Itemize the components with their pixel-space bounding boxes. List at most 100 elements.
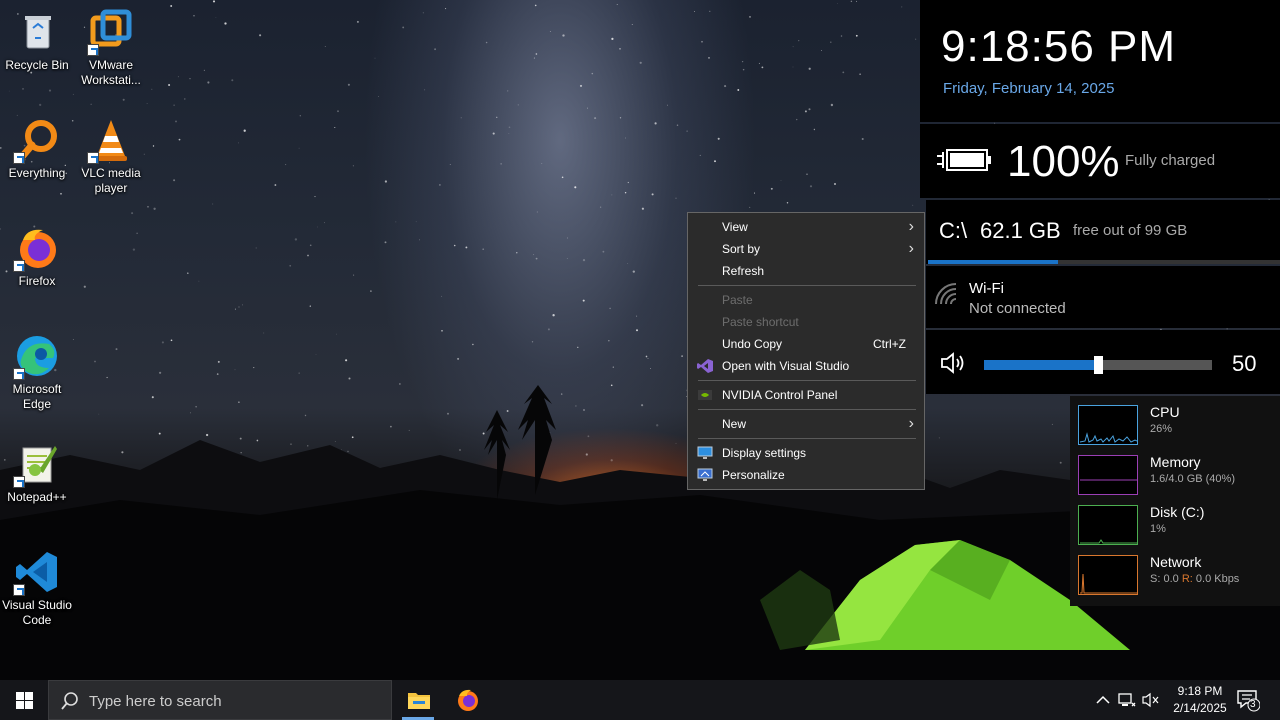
tray-clock-date[interactable]: 2/14/2025 — [1166, 701, 1234, 715]
desktop-icon-label: Firefox — [18, 274, 56, 288]
network-send-label: S: — [1150, 573, 1161, 585]
chevron-right-icon: › — [908, 415, 914, 432]
desktop-icon-vscode[interactable]: Visual Studio Code — [0, 544, 74, 628]
memory-graph — [1078, 455, 1138, 495]
menu-item-new[interactable]: New › — [688, 413, 924, 435]
menu-item-nvidia-control-panel[interactable]: NVIDIA Control Panel — [688, 384, 924, 406]
nvidia-icon — [698, 390, 712, 400]
shortcut-arrow-icon — [13, 152, 25, 164]
menu-separator — [698, 380, 916, 381]
desktop-icon-recycle-bin[interactable]: Recycle Bin — [0, 4, 74, 73]
menu-item-paste-shortcut[interactable]: Paste shortcut — [688, 311, 924, 333]
speaker-icon[interactable] — [940, 352, 968, 374]
menu-item-undo-copy[interactable]: Undo Copy Ctrl+Z — [688, 333, 924, 355]
taskbar: Type here to search 9:18 PM 2/14/2025 3 — [0, 680, 1280, 720]
desktop-icon-edge[interactable]: Microsoft Edge — [0, 328, 74, 412]
menu-item-label: Refresh — [722, 264, 765, 278]
volume-slider-thumb[interactable] — [1094, 356, 1103, 374]
taskbar-app-file-explorer[interactable] — [394, 680, 442, 720]
clock-time: 9:18:56 PM — [941, 22, 1177, 71]
start-button[interactable] — [0, 680, 48, 720]
battery-percent: 100% — [1007, 137, 1120, 186]
network-send-value: 0.0 — [1163, 573, 1179, 585]
memory-value: 1.6/4.0 GB (40%) — [1150, 473, 1235, 485]
shortcut-arrow-icon — [13, 368, 25, 380]
disk-graph — [1078, 505, 1138, 545]
desktop-context-menu: View › Sort by › Refresh Paste Paste sho… — [687, 212, 925, 490]
clock-widget[interactable]: 9:18:56 PM Friday, February 14, 2025 — [920, 0, 1280, 122]
desktop-icon-label: VMware Workstati... — [81, 58, 141, 87]
action-center-button[interactable]: 3 — [1236, 688, 1261, 712]
menu-item-display-settings[interactable]: Display settings — [688, 442, 924, 464]
chevron-right-icon: › — [908, 240, 914, 257]
wifi-widget[interactable]: Wi-Fi Not connected — [926, 266, 1280, 328]
taskbar-app-firefox[interactable] — [444, 680, 492, 720]
menu-item-view[interactable]: View › — [688, 216, 924, 238]
desktop-icon-label: VLC media player — [81, 166, 141, 195]
wifi-icon — [935, 283, 957, 305]
wifi-status: Not connected — [969, 300, 1066, 317]
recycle-bin-icon — [13, 8, 61, 56]
menu-item-personalize[interactable]: Personalize — [688, 464, 924, 486]
battery-status: Fully charged — [1125, 152, 1216, 169]
personalize-icon — [697, 468, 713, 481]
menu-item-label: Display settings — [722, 446, 807, 460]
taskbar-search-box[interactable]: Type here to search — [48, 680, 392, 720]
menu-item-label: New — [722, 417, 747, 431]
firefox-icon — [458, 689, 478, 711]
menu-separator — [698, 409, 916, 410]
menu-item-label: Paste — [722, 293, 753, 307]
battery-widget[interactable]: 100% Fully charged — [920, 124, 1280, 198]
perf-row-cpu[interactable]: CPU 26% — [1070, 396, 1280, 446]
menu-item-open-with-visual-studio[interactable]: Open with Visual Studio — [688, 355, 924, 377]
performance-monitor[interactable]: CPU 26% Memory 1.6/4.0 GB (40%) Disk (C:… — [1070, 396, 1280, 606]
search-placeholder: Type here to search — [89, 693, 222, 710]
desktop-icon-notepadpp[interactable]: Notepad++ — [0, 436, 74, 505]
windows-logo-icon — [16, 692, 33, 709]
vlc-cone-icon — [87, 116, 135, 164]
cpu-value: 26% — [1150, 423, 1173, 435]
notification-count-badge: 3 — [1250, 699, 1256, 710]
perf-row-network[interactable]: Network S: 0.0 R: 0.0 Kbps — [1070, 546, 1280, 596]
menu-separator — [698, 438, 916, 439]
network-graph — [1078, 555, 1138, 595]
desktop-icon-firefox[interactable]: Firefox — [0, 220, 74, 289]
menu-item-paste[interactable]: Paste — [688, 289, 924, 311]
desktop-icon-everything[interactable]: Everything — [0, 112, 74, 181]
cpu-label: CPU — [1150, 404, 1180, 420]
volume-muted-tray-icon[interactable] — [1142, 692, 1160, 708]
menu-item-refresh[interactable]: Refresh — [688, 260, 924, 282]
desktop-icon-vmware[interactable]: VMware Workstati... — [74, 4, 148, 88]
network-recv-label: R: — [1181, 573, 1193, 585]
vmware-icon — [87, 8, 135, 56]
desktop-icon-label: Microsoft Edge — [12, 382, 62, 411]
network-recv-value: 0.0 Kbps — [1195, 573, 1240, 585]
disk-total: free out of 99 GB — [1073, 222, 1188, 239]
menu-item-sort-by[interactable]: Sort by › — [688, 238, 924, 260]
network-tray-icon[interactable] — [1118, 692, 1136, 708]
volume-slider-fill — [984, 360, 1098, 370]
tray-clock-time[interactable]: 9:18 PM — [1166, 684, 1234, 698]
disk-widget[interactable]: C:\ 62.1 GB free out of 99 GB — [926, 200, 1280, 264]
magnifier-icon — [13, 116, 61, 164]
battery-plug-icon — [937, 149, 991, 171]
chevron-right-icon: › — [908, 218, 914, 235]
visual-studio-icon — [697, 359, 713, 373]
firefox-icon — [13, 224, 61, 272]
menu-item-shortcut: Ctrl+Z — [873, 337, 906, 351]
perf-row-memory[interactable]: Memory 1.6/4.0 GB (40%) — [1070, 446, 1280, 496]
volume-widget: 50 — [926, 330, 1280, 394]
desktop-icon-vlc[interactable]: VLC media player — [74, 112, 148, 196]
chevron-up-icon[interactable] — [1096, 694, 1110, 706]
menu-item-label: View — [722, 220, 748, 234]
disk-usage-fill — [928, 260, 1059, 264]
perf-row-disk[interactable]: Disk (C:) 1% — [1070, 496, 1280, 546]
menu-separator — [698, 285, 916, 286]
wifi-label: Wi-Fi — [969, 280, 1004, 297]
desktop-icon-label: Visual Studio Code — [2, 598, 72, 627]
network-value: S: 0.0 R: 0.0 Kbps — [1150, 573, 1239, 585]
disk-usage-bar — [928, 260, 1280, 264]
menu-item-label: Open with Visual Studio — [722, 359, 850, 373]
desktop-icon-label: Recycle Bin — [5, 58, 69, 72]
notepadpp-icon — [13, 440, 61, 488]
